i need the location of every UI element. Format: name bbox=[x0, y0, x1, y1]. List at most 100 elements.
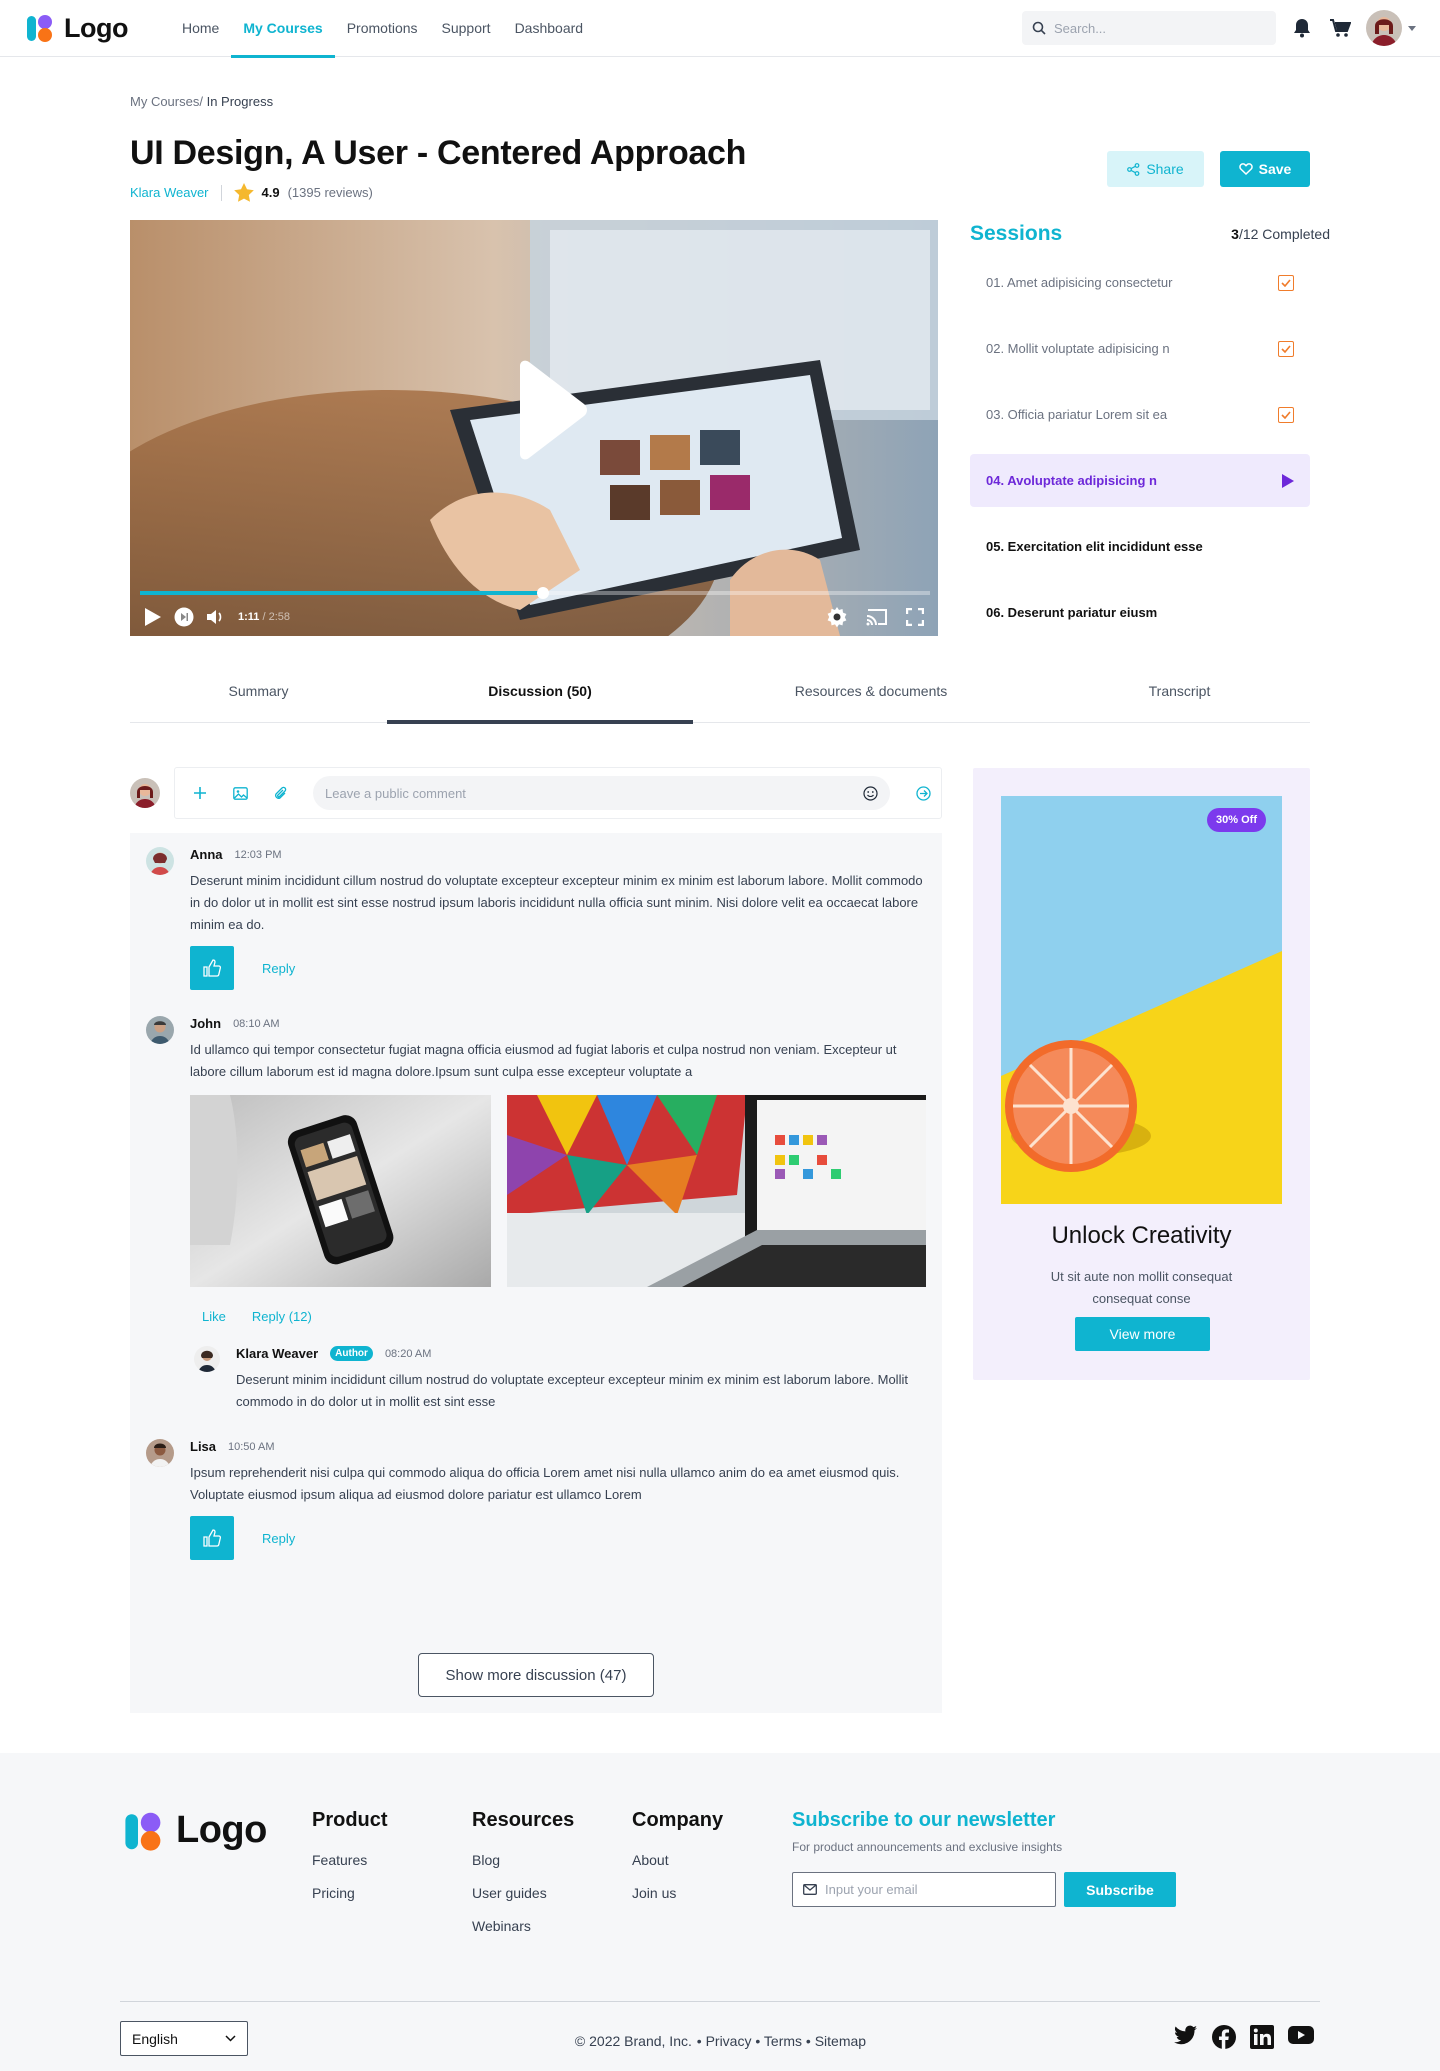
session-item[interactable]: 06. Deserunt pariatur eiusm bbox=[970, 586, 1310, 639]
tab-discussion[interactable]: Discussion (50) bbox=[387, 663, 693, 724]
nav-my-courses[interactable]: My Courses bbox=[231, 0, 336, 58]
breadcrumb-my-courses[interactable]: My Courses/ bbox=[130, 94, 203, 109]
send-icon[interactable] bbox=[916, 785, 931, 801]
logo[interactable]: Logo bbox=[26, 13, 128, 44]
reply-link[interactable]: Reply (12) bbox=[252, 1309, 312, 1324]
footer-link[interactable]: Webinars bbox=[472, 1918, 574, 1934]
settings-gear-icon[interactable] bbox=[826, 606, 848, 628]
session-item[interactable]: 01. Amet adipisicing consectetur bbox=[970, 256, 1310, 309]
comment-actions: Reply bbox=[190, 1516, 926, 1560]
logo-mark-icon bbox=[124, 1810, 166, 1852]
view-more-button[interactable]: View more bbox=[1075, 1317, 1210, 1351]
comment-time: 08:20 AM bbox=[384, 1347, 432, 1360]
session-item[interactable]: 05. Exercitation elit incididunt esse bbox=[970, 520, 1310, 573]
fullscreen-icon[interactable] bbox=[906, 608, 924, 626]
commenter-name[interactable]: Klara Weaver bbox=[236, 1346, 318, 1361]
nav-support[interactable]: Support bbox=[430, 0, 503, 57]
promo-card: 30% Off Unlock Creativity Ut sit aute no… bbox=[973, 768, 1310, 1380]
mail-icon bbox=[803, 1884, 817, 1895]
footer-divider bbox=[120, 2001, 1320, 2002]
page: Logo Home My Courses Promotions Support … bbox=[0, 0, 1440, 2071]
comment-input-wrap bbox=[313, 776, 890, 810]
play-overlay-icon[interactable] bbox=[510, 360, 590, 460]
breadcrumb-current: In Progress bbox=[206, 94, 274, 109]
privacy-link[interactable]: Privacy bbox=[706, 2033, 752, 2049]
commenter-name[interactable]: Anna bbox=[190, 847, 223, 862]
like-link[interactable]: Like bbox=[202, 1309, 226, 1324]
cart-icon[interactable] bbox=[1328, 16, 1352, 40]
reply-header: Klara Weaver Author 08:20 AM bbox=[236, 1346, 926, 1361]
session-item-active[interactable]: 04. Avoluptate adipisicing n bbox=[970, 454, 1310, 507]
search-icon bbox=[1032, 21, 1046, 35]
comment-box bbox=[174, 767, 942, 819]
session-item[interactable]: 03. Officia pariatur Lorem sit ea bbox=[970, 388, 1310, 441]
laptop-photo[interactable] bbox=[507, 1095, 926, 1287]
discussion-section: Anna 12:03 PM Deserunt minim incididunt c… bbox=[130, 767, 942, 1713]
footer-link[interactable]: Join us bbox=[632, 1885, 723, 1901]
nav-dashboard[interactable]: Dashboard bbox=[503, 0, 596, 57]
show-more-button[interactable]: Show more discussion (47) bbox=[418, 1653, 654, 1697]
search-input[interactable] bbox=[1054, 20, 1254, 36]
rating-value: 4.9 bbox=[261, 185, 280, 200]
footer-link[interactable]: Features bbox=[312, 1852, 388, 1868]
heart-icon bbox=[1238, 163, 1253, 175]
twitter-icon[interactable] bbox=[1174, 2025, 1198, 2049]
footer-link[interactable]: User guides bbox=[472, 1885, 574, 1901]
attachment-icon[interactable] bbox=[274, 786, 287, 801]
comment-input[interactable] bbox=[325, 785, 855, 801]
reply-body: Klara Weaver Author 08:20 AM Deserunt mini… bbox=[236, 1346, 926, 1413]
video-progress-bar[interactable] bbox=[140, 587, 930, 599]
bell-icon[interactable] bbox=[1290, 16, 1314, 40]
save-button[interactable]: Save bbox=[1220, 151, 1310, 187]
header-actions bbox=[1022, 10, 1416, 46]
youtube-icon[interactable] bbox=[1288, 2025, 1314, 2049]
cast-icon[interactable] bbox=[866, 608, 888, 626]
footer-column-resources: Resources Blog User guides Webinars bbox=[472, 1809, 574, 1951]
total-time: / 2:58 bbox=[262, 611, 291, 623]
next-icon[interactable] bbox=[174, 607, 194, 627]
like-button[interactable] bbox=[190, 1516, 234, 1560]
footer-link[interactable]: Pricing bbox=[312, 1885, 388, 1901]
author-link[interactable]: Klara Weaver bbox=[130, 185, 209, 200]
user-menu[interactable] bbox=[1366, 10, 1416, 46]
linkedin-icon[interactable] bbox=[1250, 2025, 1274, 2049]
nav-promotions[interactable]: Promotions bbox=[335, 0, 430, 57]
nav-home[interactable]: Home bbox=[170, 0, 231, 57]
like-button[interactable] bbox=[190, 946, 234, 990]
phone-photo[interactable] bbox=[190, 1095, 491, 1287]
course-tabs: Summary Discussion (50) Resources & docu… bbox=[130, 663, 1310, 724]
emoji-icon[interactable] bbox=[863, 785, 878, 801]
commenter-avatar bbox=[146, 1439, 174, 1467]
tab-summary[interactable]: Summary bbox=[130, 663, 387, 719]
sitemap-link[interactable]: Sitemap bbox=[815, 2033, 866, 2049]
video-player[interactable]: 1:11 / 2:58 bbox=[130, 220, 938, 636]
tab-transcript[interactable]: Transcript bbox=[1049, 663, 1310, 719]
commenter-name[interactable]: Lisa bbox=[190, 1439, 216, 1454]
reply-link[interactable]: Reply bbox=[262, 961, 295, 976]
comment-body: John 08:10 AM Id ullamco qui tempor conse… bbox=[190, 1016, 926, 1413]
footer-link[interactable]: Blog bbox=[472, 1852, 574, 1868]
footer-link[interactable]: About bbox=[632, 1852, 723, 1868]
footer-logo[interactable]: Logo bbox=[124, 1809, 267, 1852]
comment-text: Ipsum reprehenderit nisi culpa qui commo… bbox=[190, 1465, 900, 1502]
social-links bbox=[1174, 2025, 1314, 2049]
plus-icon[interactable] bbox=[193, 786, 207, 800]
commenter-name[interactable]: John bbox=[190, 1016, 221, 1031]
reply-link[interactable]: Reply bbox=[262, 1531, 295, 1546]
play-icon[interactable] bbox=[144, 607, 162, 627]
sessions-title: Sessions bbox=[970, 222, 1063, 245]
email-field[interactable] bbox=[825, 1882, 1045, 1897]
session-item[interactable]: 02. Mollit voluptate adipisicing n bbox=[970, 322, 1310, 375]
divider bbox=[220, 184, 222, 201]
comment-time: 08:10 AM bbox=[233, 1017, 280, 1030]
image-icon[interactable] bbox=[233, 786, 248, 800]
terms-link[interactable]: Terms bbox=[764, 2033, 802, 2049]
commenter-avatar bbox=[194, 1346, 220, 1372]
logo-mark-icon bbox=[26, 13, 56, 43]
subscribe-button[interactable]: Subscribe bbox=[1064, 1872, 1176, 1907]
share-button[interactable]: Share bbox=[1107, 151, 1204, 187]
volume-icon[interactable] bbox=[206, 608, 226, 626]
tab-resources[interactable]: Resources & documents bbox=[693, 663, 1049, 719]
promo-text: Ut sit aute non mollit consequat consequ… bbox=[1050, 1269, 1233, 1306]
facebook-icon[interactable] bbox=[1212, 2025, 1236, 2049]
